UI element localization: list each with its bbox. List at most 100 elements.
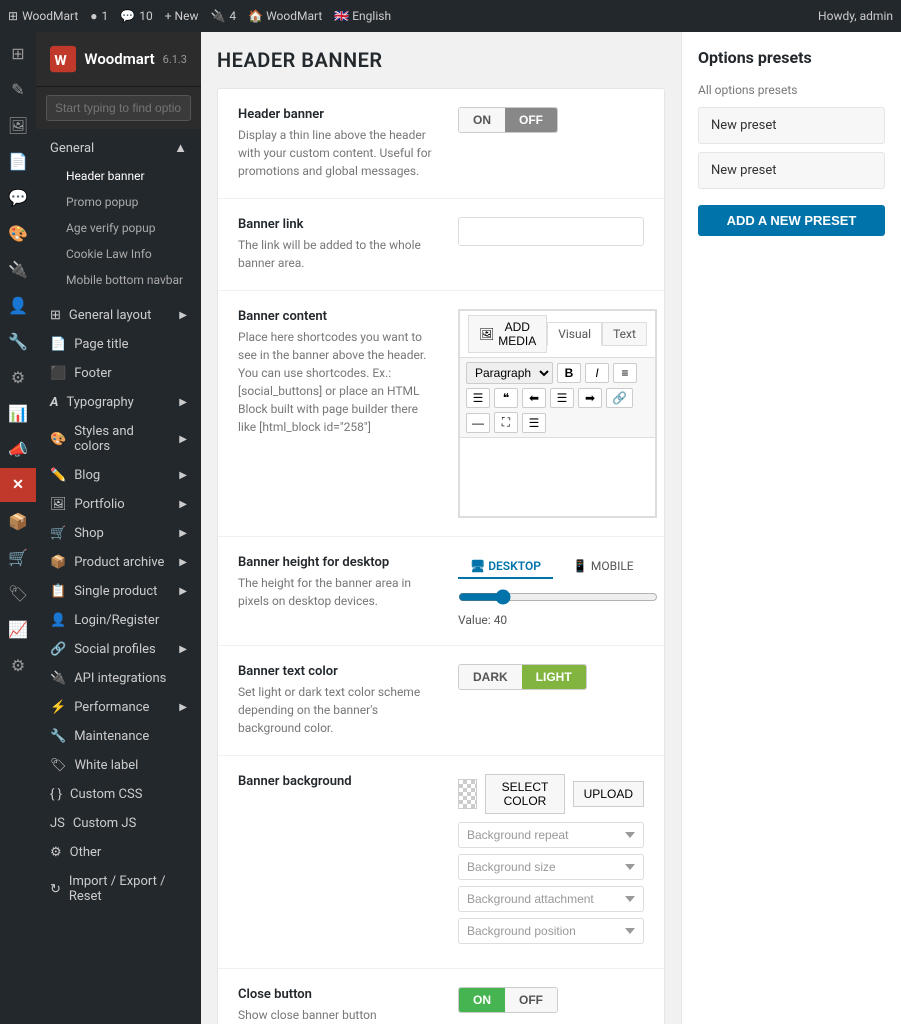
nav-page-title[interactable]: 📄 Page title [36, 330, 201, 359]
editor-bold-btn[interactable]: B [557, 363, 581, 383]
light-color-btn[interactable]: LIGHT [522, 665, 586, 689]
sidebar-icon-woodmart[interactable]: ✕ [0, 468, 36, 502]
sidebar-icon-woo-reports[interactable]: 📈 [0, 612, 36, 646]
sidebar-icon-woo-products[interactable]: 📦 [0, 504, 36, 538]
editor-ordered-list-btn[interactable]: ☰ [466, 388, 490, 408]
preset-item-2[interactable]: New preset [698, 152, 885, 189]
sidebar-icon-dashboard[interactable]: ⊞ [0, 36, 36, 70]
banner-link-input[interactable] [458, 217, 644, 246]
updates-count[interactable]: ● 1 [90, 9, 108, 23]
nav-other-icon: ⚙ [50, 845, 62, 860]
nav-sub-promo-popup[interactable]: Promo popup [36, 189, 201, 215]
editor-align-right-btn[interactable]: ➡ [578, 388, 602, 408]
comments-count[interactable]: 💬 10 [120, 9, 152, 23]
editor-area[interactable] [459, 437, 656, 517]
nav-custom-css-icon: { } [50, 787, 62, 802]
sidebar-icon-settings[interactable]: ⚙ [0, 360, 36, 394]
editor-italic-btn[interactable]: I [585, 363, 609, 383]
header-banner-on-btn[interactable]: ON [459, 108, 505, 132]
upload-button[interactable]: UPLOAD [573, 781, 644, 807]
nav-sub-header-banner[interactable]: Header banner [36, 163, 201, 189]
sidebar-icon-plugins[interactable]: 🔌 [0, 252, 36, 286]
sidebar-icon-woo-orders[interactable]: 🛒 [0, 540, 36, 574]
header-banner-off-btn[interactable]: OFF [505, 108, 557, 132]
nav-maintenance[interactable]: 🔧 Maintenance [36, 722, 201, 751]
sidebar-icon-appearance[interactable]: 🎨 [0, 216, 36, 250]
setting-label-banner-height: Banner height for desktop The height for… [238, 555, 438, 610]
nav-social-profiles[interactable]: 🔗 Social profiles ▶ [36, 635, 201, 664]
bg-attachment-select[interactable]: Background attachment [458, 886, 644, 912]
editor-unordered-list-btn[interactable]: ≡ [613, 363, 637, 383]
preset-item-1[interactable]: New preset [698, 107, 885, 144]
sidebar-icon-analytics[interactable]: 📊 [0, 396, 36, 430]
desktop-tab[interactable]: 🖥 DESKTOP [458, 555, 553, 579]
nav-portfolio-label: Portfolio [75, 497, 125, 512]
mobile-tab[interactable]: 📱 MOBILE [561, 555, 646, 579]
nav-styles-colors[interactable]: 🎨 Styles and colors ▶ [36, 417, 201, 461]
editor-more-btn[interactable]: — [466, 413, 490, 433]
nav-shop[interactable]: 🛒 Shop ▶ [36, 519, 201, 548]
editor-tab-text[interactable]: Text [602, 322, 647, 346]
sidebar-icon-marketing[interactable]: 📣 [0, 432, 36, 466]
close-button-toggle: ON OFF [458, 987, 558, 1013]
close-button-on-btn[interactable]: ON [459, 988, 505, 1012]
nav-import-export[interactable]: ↻ Import / Export / Reset [36, 867, 201, 911]
nav-single-product-chevron: ▶ [179, 586, 187, 597]
add-new-preset-button[interactable]: ADD A NEW PRESET [698, 205, 885, 236]
nav-sub-age-verify[interactable]: Age verify popup [36, 215, 201, 241]
sidebar-icon-woo-settings[interactable]: ⚙ [0, 648, 36, 682]
nav-product-archive[interactable]: 📦 Product archive ▶ [36, 548, 201, 577]
dark-color-btn[interactable]: DARK [459, 665, 522, 689]
nav-portfolio[interactable]: 🖼 Portfolio ▶ [36, 490, 201, 519]
nav-page-title-icon: 📄 [50, 337, 66, 352]
woodmart-logo-icon: W [50, 44, 76, 74]
editor-fullscreen-btn[interactable]: ⛶ [494, 412, 518, 433]
nav-performance-icon: ⚡ [50, 700, 66, 715]
new-button[interactable]: + New [165, 9, 199, 23]
nav-white-label[interactable]: 🏷 White label [36, 751, 201, 780]
sidebar-icon-woo-coupons[interactable]: 🏷 [0, 576, 36, 610]
nav-general-layout[interactable]: ⊞ General layout ▶ [36, 301, 201, 330]
sidebar-icon-users[interactable]: 👤 [0, 288, 36, 322]
nav-single-product[interactable]: 📋 Single product ▶ [36, 577, 201, 606]
sidebar-icon-media[interactable]: 🖼 [0, 108, 36, 142]
nav-maintenance-label: Maintenance [74, 729, 149, 744]
sidebar-icon-pages[interactable]: 📄 [0, 144, 36, 178]
wp-logo[interactable]: ⊞ WoodMart [8, 9, 78, 23]
nav-sub-mobile-navbar[interactable]: Mobile bottom navbar [36, 267, 201, 293]
sidebar-icon-comments[interactable]: 💬 [0, 180, 36, 214]
editor-align-center-btn[interactable]: ☰ [550, 388, 574, 408]
editor-tab-visual[interactable]: Visual [547, 322, 602, 346]
sidebar-icon-posts[interactable]: ✎ [0, 72, 36, 106]
banner-height-slider[interactable] [458, 589, 658, 605]
bg-size-select[interactable]: Background size [458, 854, 644, 880]
nav-typography[interactable]: A Typography ▶ [36, 388, 201, 417]
nav-blog[interactable]: ✏️ Blog ▶ [36, 461, 201, 490]
sidebar-icon-tools[interactable]: 🔧 [0, 324, 36, 358]
nav-other[interactable]: ⚙ Other [36, 838, 201, 867]
nav-footer[interactable]: ⬛ Footer [36, 359, 201, 388]
editor-blockquote-btn[interactable]: ❝ [494, 388, 518, 408]
select-color-button[interactable]: SELECT COLOR [485, 774, 564, 814]
language[interactable]: 🇬🇧 English [334, 9, 391, 23]
plugin-updates[interactable]: 🔌 4 [210, 9, 236, 23]
nav-sub-cookie-law[interactable]: Cookie Law Info [36, 241, 201, 267]
editor-align-left-btn[interactable]: ⬅ [522, 388, 546, 408]
nav-custom-css[interactable]: { } Custom CSS [36, 780, 201, 809]
editor-toolbar-toggle-btn[interactable]: ☰ [522, 413, 546, 433]
editor-format-select[interactable]: Paragraph [466, 362, 553, 384]
nav-performance[interactable]: ⚡ Performance ▶ [36, 693, 201, 722]
close-button-desc: Show close banner button [238, 1006, 438, 1024]
nav-login-register[interactable]: 👤 Login/Register [36, 606, 201, 635]
setting-control-banner-text-color: DARK LIGHT [458, 664, 644, 690]
nav-general[interactable]: General ▲ [36, 133, 201, 163]
nav-custom-js[interactable]: JS Custom JS [36, 809, 201, 838]
bg-repeat-select[interactable]: Background repeat [458, 822, 644, 848]
nav-api-integrations[interactable]: 🔌 API integrations [36, 664, 201, 693]
close-button-off-btn[interactable]: OFF [505, 988, 557, 1012]
site-name[interactable]: 🏠 WoodMart [248, 9, 322, 23]
editor-link-btn[interactable]: 🔗 [606, 388, 633, 408]
add-media-button[interactable]: 🖼 ADD MEDIA [468, 315, 547, 353]
bg-position-select[interactable]: Background position [458, 918, 644, 944]
search-input[interactable] [46, 95, 191, 121]
